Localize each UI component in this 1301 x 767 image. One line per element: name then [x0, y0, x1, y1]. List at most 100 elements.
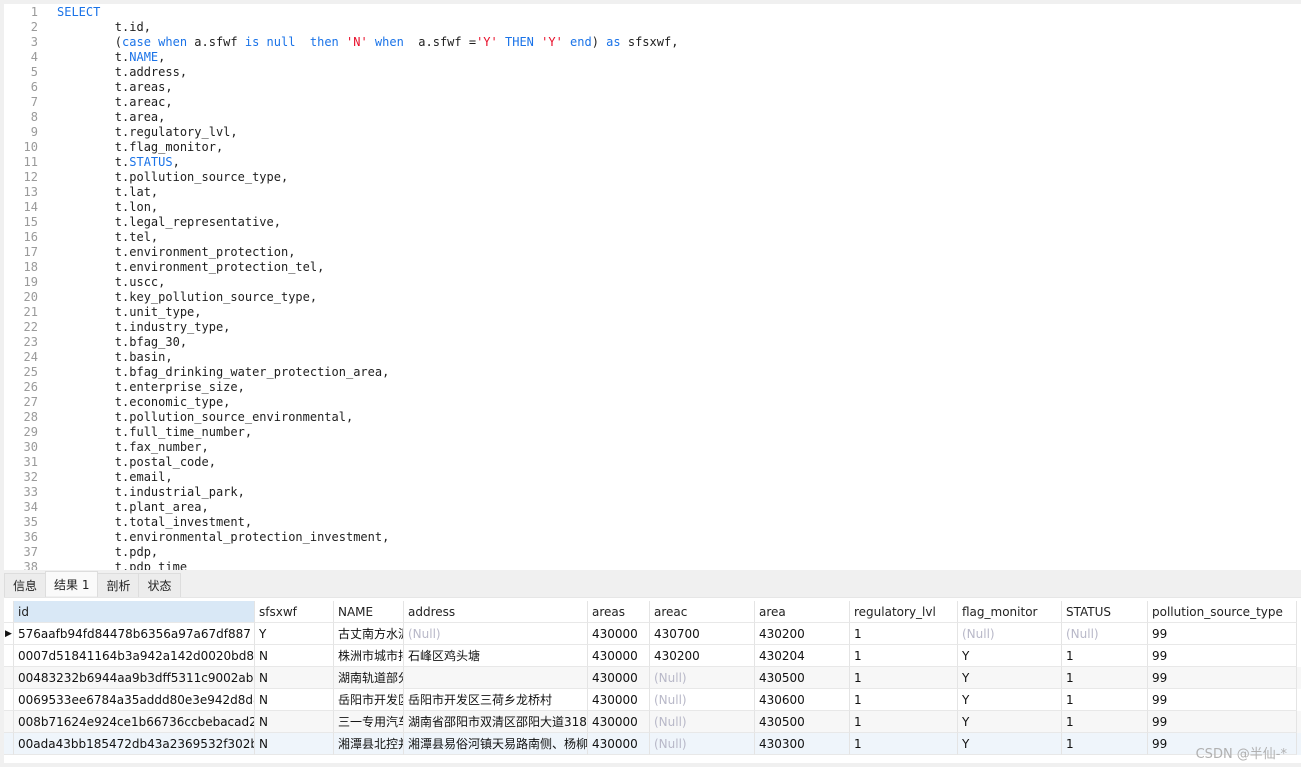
cell-areas[interactable]: 430000	[588, 733, 650, 755]
cell-regulatory_lvl[interactable]: 1	[850, 645, 958, 667]
cell-areas[interactable]: 430000	[588, 645, 650, 667]
code-line[interactable]: t.economic_type,	[57, 395, 231, 409]
code-line[interactable]: t.NAME,	[57, 50, 166, 64]
cell-regulatory_lvl[interactable]: 1	[850, 689, 958, 711]
code-line[interactable]: t.key_pollution_source_type,	[57, 290, 317, 304]
code-line[interactable]: t.basin,	[57, 350, 173, 364]
cell-regulatory_lvl[interactable]: 1	[850, 667, 958, 689]
cell-areas[interactable]: 430000	[588, 623, 650, 645]
cell-area[interactable]: 430200	[755, 623, 850, 645]
table-row[interactable]: ▶ 576aafb94fd84478b6356a97a67df887 Y 古丈南方水泥…	[4, 623, 1301, 645]
cell-areac[interactable]: (Null)	[650, 711, 755, 733]
code-line[interactable]: t.pollution_source_environmental,	[57, 410, 353, 424]
cell-area[interactable]: 430300	[755, 733, 850, 755]
cell-name[interactable]: 古丈南方水泥	[334, 623, 404, 645]
table-row[interactable]: 0069533ee6784a35addd80e3e942d8d8 N 岳阳市开发区岳…	[4, 689, 1301, 711]
cell-id[interactable]: 00483232b6944aa9b3dff5311c9002ab	[14, 667, 255, 689]
column-header-flag_monitor[interactable]: flag_monitor	[958, 601, 1062, 623]
cell-pollution_source_type[interactable]: 99	[1148, 711, 1297, 733]
cell-regulatory_lvl[interactable]: 1	[850, 733, 958, 755]
code-line[interactable]: t.bfag_30,	[57, 335, 187, 349]
table-row[interactable]: 00ada43bb185472db43a2369532f302b N 湘潭县北控并湘…	[4, 733, 1301, 755]
code-line[interactable]: t.plant_area,	[57, 500, 209, 514]
tab-2[interactable]: 剖析	[97, 573, 140, 597]
cell-status[interactable]: 1	[1062, 689, 1148, 711]
cell-areac[interactable]: 430200	[650, 645, 755, 667]
code-line[interactable]: SELECT	[57, 5, 100, 19]
column-header-areac[interactable]: areac	[650, 601, 755, 623]
cell-address[interactable]: 岳阳市开发区三荷乡龙桥村	[404, 689, 588, 711]
cell-areas[interactable]: 430000	[588, 711, 650, 733]
table-row[interactable]: 008b71624e924ce1b66736ccbebacad2 N 三一专用汽车湖…	[4, 711, 1301, 733]
cell-status[interactable]: 1	[1062, 667, 1148, 689]
cell-name[interactable]: 三一专用汽车	[334, 711, 404, 733]
column-header-sfsxwf[interactable]: sfsxwf	[255, 601, 334, 623]
tab-1[interactable]: 结果 1	[45, 571, 99, 596]
code-line[interactable]: t.area,	[57, 110, 166, 124]
cell-id[interactable]: 0007d51841164b3a942a142d0020bd84	[14, 645, 255, 667]
cell-areac[interactable]: (Null)	[650, 733, 755, 755]
code-line[interactable]: t.pollution_source_type,	[57, 170, 288, 184]
code-line[interactable]: t.pdp_time	[57, 560, 187, 570]
code-line[interactable]: t.lon,	[57, 200, 158, 214]
cell-sfsxwf[interactable]: N	[255, 645, 334, 667]
cell-pollution_source_type[interactable]: 99	[1148, 623, 1297, 645]
code-line[interactable]: t.areas,	[57, 80, 173, 94]
code-line[interactable]: t.environment_protection,	[57, 245, 296, 259]
code-line[interactable]: t.industry_type,	[57, 320, 231, 334]
cell-area[interactable]: 430500	[755, 667, 850, 689]
cell-id[interactable]: 0069533ee6784a35addd80e3e942d8d8	[14, 689, 255, 711]
cell-areac[interactable]: (Null)	[650, 689, 755, 711]
cell-regulatory_lvl[interactable]: 1	[850, 623, 958, 645]
cell-id[interactable]: 576aafb94fd84478b6356a97a67df887	[14, 623, 255, 645]
cell-sfsxwf[interactable]: N	[255, 733, 334, 755]
row-indicator[interactable]	[4, 733, 14, 755]
cell-areac[interactable]: (Null)	[650, 667, 755, 689]
code-line[interactable]: t.pdp,	[57, 545, 158, 559]
current-row-arrow-icon[interactable]: ▶	[4, 623, 14, 645]
table-row[interactable]: 0007d51841164b3a942a142d0020bd84 N 株洲市城市排石…	[4, 645, 1301, 667]
cell-flag_monitor[interactable]: (Null)	[958, 623, 1062, 645]
cell-flag_monitor[interactable]: Y	[958, 645, 1062, 667]
cell-name[interactable]: 岳阳市开发区	[334, 689, 404, 711]
code-line[interactable]: t.email,	[57, 470, 173, 484]
code-line[interactable]: t.enterprise_size,	[57, 380, 245, 394]
cell-address[interactable]	[404, 667, 588, 689]
code-line[interactable]: t.environment_protection_tel,	[57, 260, 325, 274]
code-line[interactable]: t.unit_type,	[57, 305, 202, 319]
code-line[interactable]: t.full_time_number,	[57, 425, 252, 439]
code-line[interactable]: t.uscc,	[57, 275, 166, 289]
code-line[interactable]: t.fax_number,	[57, 440, 209, 454]
cell-pollution_source_type[interactable]: 99	[1148, 689, 1297, 711]
tab-0[interactable]: 信息	[4, 573, 47, 597]
code-line[interactable]: t.regulatory_lvl,	[57, 125, 238, 139]
cell-flag_monitor[interactable]: Y	[958, 689, 1062, 711]
row-indicator[interactable]	[4, 711, 14, 733]
cell-status[interactable]: 1	[1062, 645, 1148, 667]
column-header-name[interactable]: NAME	[334, 601, 404, 623]
cell-address[interactable]: 石峰区鸡头塘	[404, 645, 588, 667]
code-line[interactable]: t.tel,	[57, 230, 158, 244]
code-line[interactable]: t.environmental_protection_investment,	[57, 530, 390, 544]
cell-address[interactable]: 湘潭县易俗河镇天易路南侧、杨柳	[404, 733, 588, 755]
code-line[interactable]: t.flag_monitor,	[57, 140, 223, 154]
column-header-area[interactable]: area	[755, 601, 850, 623]
cell-pollution_source_type[interactable]: 99	[1148, 645, 1297, 667]
row-indicator[interactable]	[4, 645, 14, 667]
column-header-status[interactable]: STATUS	[1062, 601, 1148, 623]
result-grid[interactable]: id sfsxwf NAME address areas areac area regulat…	[4, 597, 1301, 763]
cell-flag_monitor[interactable]: Y	[958, 733, 1062, 755]
column-header-address[interactable]: address	[404, 601, 588, 623]
sql-editor[interactable]: 1 SELECT 2 t.id, 3 (case when a.sfwf is nul…	[4, 4, 1301, 570]
cell-flag_monitor[interactable]: Y	[958, 667, 1062, 689]
code-line[interactable]: t.legal_representative,	[57, 215, 281, 229]
code-line[interactable]: t.address,	[57, 65, 187, 79]
cell-area[interactable]: 430204	[755, 645, 850, 667]
column-header-areas[interactable]: areas	[588, 601, 650, 623]
column-header-id[interactable]: id	[14, 601, 255, 623]
code-line[interactable]: t.bfag_drinking_water_protection_area,	[57, 365, 390, 379]
cell-flag_monitor[interactable]: Y	[958, 711, 1062, 733]
cell-area[interactable]: 430600	[755, 689, 850, 711]
column-header-pollution_source_type[interactable]: pollution_source_type	[1148, 601, 1297, 623]
row-indicator[interactable]	[4, 689, 14, 711]
